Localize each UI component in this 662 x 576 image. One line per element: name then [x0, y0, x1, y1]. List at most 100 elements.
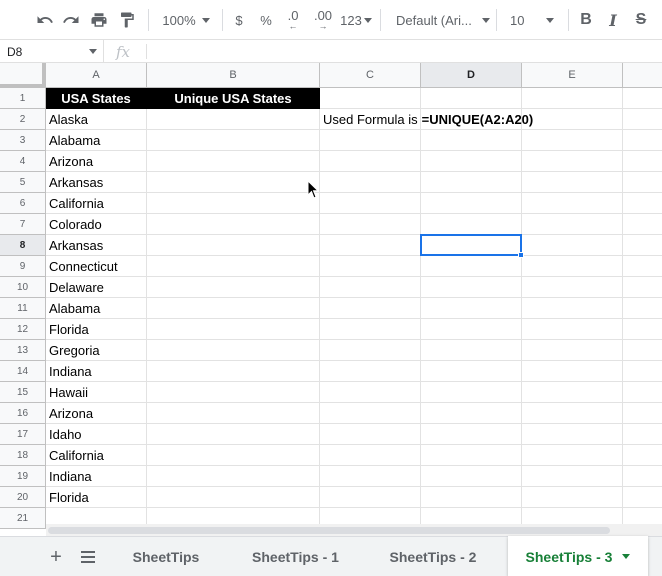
cell-d13[interactable]: [421, 340, 522, 361]
cell-c12[interactable]: [320, 319, 421, 340]
header-unique-usa-states[interactable]: Unique USA States: [147, 88, 320, 109]
row-header-5[interactable]: 5: [0, 172, 46, 193]
cell-f6[interactable]: [623, 193, 662, 214]
column-header-e[interactable]: E: [522, 63, 623, 88]
increase-decimal-button[interactable]: .00 →: [310, 0, 336, 40]
cell-b13[interactable]: [147, 340, 320, 361]
row-header-15[interactable]: 15: [0, 382, 46, 403]
cell-d12[interactable]: [421, 319, 522, 340]
undo-icon[interactable]: [34, 0, 56, 40]
cell-f12[interactable]: [623, 319, 662, 340]
state-cell[interactable]: Arkansas: [46, 172, 147, 193]
all-sheets-icon[interactable]: [77, 537, 99, 576]
cell-c6[interactable]: [320, 193, 421, 214]
cell-f9[interactable]: [623, 256, 662, 277]
row-header-11[interactable]: 11: [0, 298, 46, 319]
print-icon[interactable]: [88, 0, 110, 40]
state-cell[interactable]: Delaware: [46, 277, 147, 298]
percent-format-button[interactable]: %: [256, 0, 276, 40]
cell-d9[interactable]: [421, 256, 522, 277]
cell-e2[interactable]: [522, 109, 623, 130]
cell-e5[interactable]: [522, 172, 623, 193]
cell-e8[interactable]: [522, 235, 623, 256]
row-header-13[interactable]: 13: [0, 340, 46, 361]
cell-d18[interactable]: [421, 445, 522, 466]
cell-f5[interactable]: [623, 172, 662, 193]
cell-b10[interactable]: [147, 277, 320, 298]
cell-d17[interactable]: [421, 424, 522, 445]
cell-b17[interactable]: [147, 424, 320, 445]
font-size-select[interactable]: 10: [502, 0, 562, 40]
cell-b6[interactable]: [147, 193, 320, 214]
state-cell[interactable]: Alabama: [46, 130, 147, 151]
sheet-tab-1[interactable]: SheetTips - 1: [233, 537, 358, 576]
cell-e1[interactable]: [522, 88, 623, 109]
cell-d1[interactable]: [421, 88, 522, 109]
cell-c11[interactable]: [320, 298, 421, 319]
cell-e20[interactable]: [522, 487, 623, 508]
cell-e6[interactable]: [522, 193, 623, 214]
name-box[interactable]: D8: [0, 40, 104, 63]
cell-e9[interactable]: [522, 256, 623, 277]
row-header-21[interactable]: 21: [0, 508, 46, 529]
cell-b5[interactable]: [147, 172, 320, 193]
cell-b14[interactable]: [147, 361, 320, 382]
cell-d3[interactable]: [421, 130, 522, 151]
zoom-select[interactable]: 100%: [156, 0, 216, 40]
cell-c17[interactable]: [320, 424, 421, 445]
row-header-18[interactable]: 18: [0, 445, 46, 466]
state-cell[interactable]: Hawaii: [46, 382, 147, 403]
cell-f4[interactable]: [623, 151, 662, 172]
row-header-4[interactable]: 4: [0, 151, 46, 172]
row-header-9[interactable]: 9: [0, 256, 46, 277]
row-header-3[interactable]: 3: [0, 130, 46, 151]
cell-c20[interactable]: [320, 487, 421, 508]
column-header-c[interactable]: C: [320, 63, 421, 88]
cell-b15[interactable]: [147, 382, 320, 403]
cell-c15[interactable]: [320, 382, 421, 403]
cell-e4[interactable]: [522, 151, 623, 172]
cell-f15[interactable]: [623, 382, 662, 403]
state-cell[interactable]: Florida: [46, 487, 147, 508]
cell-f2[interactable]: [623, 109, 662, 130]
cell-e10[interactable]: [522, 277, 623, 298]
cell-b20[interactable]: [147, 487, 320, 508]
cell-f17[interactable]: [623, 424, 662, 445]
decrease-decimal-button[interactable]: .0 ←: [282, 0, 304, 40]
cell-e16[interactable]: [522, 403, 623, 424]
add-sheet-icon[interactable]: +: [45, 537, 67, 576]
state-cell[interactable]: Arizona: [46, 403, 147, 424]
state-cell[interactable]: Idaho: [46, 424, 147, 445]
cell-f20[interactable]: [623, 487, 662, 508]
cell-c18[interactable]: [320, 445, 421, 466]
cell-d6[interactable]: [421, 193, 522, 214]
cell-e18[interactable]: [522, 445, 623, 466]
cell-c16[interactable]: [320, 403, 421, 424]
state-cell[interactable]: Alabama: [46, 298, 147, 319]
cell-f18[interactable]: [623, 445, 662, 466]
horizontal-scroll-thumb[interactable]: [48, 527, 610, 534]
cell-f10[interactable]: [623, 277, 662, 298]
state-cell[interactable]: Gregoria: [46, 340, 147, 361]
cell-f13[interactable]: [623, 340, 662, 361]
cell-d20[interactable]: [421, 487, 522, 508]
state-cell[interactable]: Florida: [46, 319, 147, 340]
dropdown-caret-icon[interactable]: [622, 554, 631, 559]
cell-b3[interactable]: [147, 130, 320, 151]
cell-b7[interactable]: [147, 214, 320, 235]
row-header-19[interactable]: 19: [0, 466, 46, 487]
cell-d19[interactable]: [421, 466, 522, 487]
column-header-d[interactable]: D: [421, 63, 522, 88]
italic-button[interactable]: I: [603, 0, 623, 40]
cell-b19[interactable]: [147, 466, 320, 487]
row-header-20[interactable]: 20: [0, 487, 46, 508]
cell-b16[interactable]: [147, 403, 320, 424]
cell-c3[interactable]: [320, 130, 421, 151]
cell-d5[interactable]: [421, 172, 522, 193]
cell-e14[interactable]: [522, 361, 623, 382]
state-cell[interactable]: Alaska: [46, 109, 147, 130]
paint-format-icon[interactable]: [116, 0, 138, 40]
state-cell[interactable]: Indiana: [46, 466, 147, 487]
fill-handle[interactable]: [518, 252, 524, 258]
cell-e15[interactable]: [522, 382, 623, 403]
